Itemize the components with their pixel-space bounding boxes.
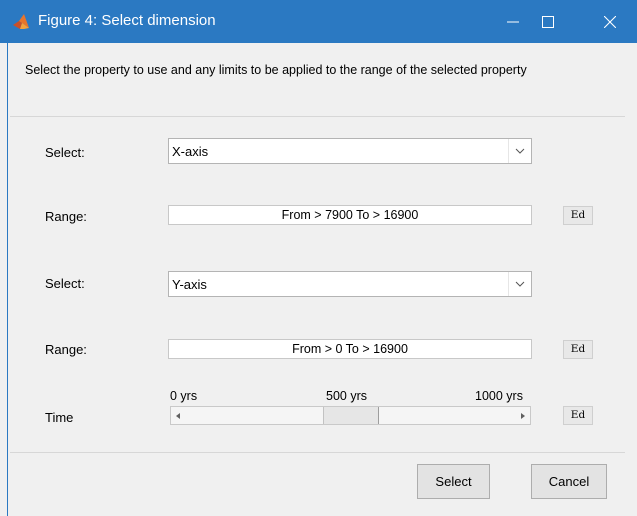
range-field-1[interactable]: From > 7900 To > 16900	[168, 205, 532, 225]
select-button[interactable]: Select	[417, 464, 490, 499]
range-field-2[interactable]: From > 0 To > 16900	[168, 339, 532, 359]
slider-right-arrow-icon[interactable]	[517, 408, 529, 423]
cancel-button[interactable]: Cancel	[531, 464, 607, 499]
matlab-icon[interactable]	[12, 13, 30, 31]
slider-thumb[interactable]	[322, 407, 379, 424]
select-dropdown-2[interactable]: Y-axis	[168, 271, 532, 297]
range-label-1: Range:	[45, 209, 87, 224]
maximize-button[interactable]	[525, 0, 571, 43]
title-bar[interactable]: Figure 4: Select dimension	[0, 0, 637, 43]
edit-range-2-button[interactable]: Ed	[563, 340, 593, 359]
edit-range-1-button[interactable]: Ed	[563, 206, 593, 225]
window-title: Figure 4: Select dimension	[38, 12, 216, 29]
chevron-down-icon	[508, 139, 531, 163]
time-tick-max: 1000 yrs	[475, 389, 523, 403]
range-label-2: Range:	[45, 342, 87, 357]
chevron-down-icon	[508, 272, 531, 296]
maximize-icon	[542, 15, 554, 28]
minimize-icon	[507, 16, 519, 28]
select-label-1: Select:	[45, 145, 85, 160]
instruction-text: Select the property to use and any limit…	[25, 63, 527, 77]
select-value-2: Y-axis	[172, 277, 207, 292]
time-slider[interactable]	[170, 406, 531, 425]
time-tick-mid: 500 yrs	[326, 389, 367, 403]
select-label-2: Select:	[45, 276, 85, 291]
edit-time-button[interactable]: Ed	[563, 406, 593, 425]
select-dropdown-1[interactable]: X-axis	[168, 138, 532, 164]
time-label: Time	[45, 410, 74, 425]
select-value-1: X-axis	[172, 144, 209, 159]
close-button[interactable]	[587, 0, 633, 43]
time-tick-min: 0 yrs	[170, 389, 198, 403]
slider-left-arrow-icon[interactable]	[172, 408, 184, 423]
close-icon	[604, 15, 616, 28]
